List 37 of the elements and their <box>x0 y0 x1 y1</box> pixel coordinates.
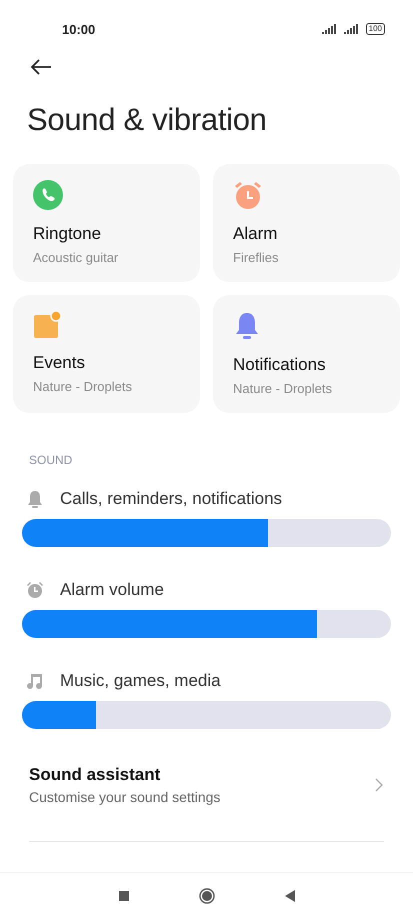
card-subtitle: Nature - Droplets <box>33 379 133 394</box>
battery-level: 100 <box>366 23 385 35</box>
sound-card[interactable]: Alarm Fireflies <box>213 164 400 282</box>
card-subtitle: Acoustic guitar <box>33 250 120 265</box>
slider-label: Calls, reminders, notifications <box>60 489 282 509</box>
section-header: SOUND <box>29 453 74 467</box>
recents-icon[interactable] <box>118 891 128 901</box>
back-icon[interactable] <box>284 890 294 902</box>
card-title: Events <box>33 353 86 373</box>
card-title: Alarm <box>233 224 278 244</box>
card-subtitle: Nature - Droplets <box>233 381 333 396</box>
back-arrow-icon[interactable] <box>30 58 52 76</box>
signal-icon <box>322 24 338 34</box>
card-title: Ringtone <box>33 224 102 244</box>
alarm-clock-icon <box>233 180 263 210</box>
slider-label: Alarm volume <box>60 580 164 600</box>
volume-slider[interactable] <box>22 519 391 547</box>
card-subtitle: Fireflies <box>233 250 280 265</box>
page-title: Sound & vibration <box>27 102 268 138</box>
bell-icon <box>233 311 261 341</box>
alarm-clock-icon <box>26 581 44 599</box>
bell-icon <box>26 490 44 508</box>
setting-subtitle: Customise your sound settings <box>29 789 220 805</box>
card-title: Notifications <box>233 355 327 375</box>
phone-icon <box>33 180 63 210</box>
volume-slider[interactable] <box>22 610 391 638</box>
music-note-icon <box>26 672 44 690</box>
setting-title[interactable]: Sound assistant <box>29 765 220 785</box>
sound-card[interactable]: Notifications Nature - Droplets <box>213 295 400 413</box>
sound-card[interactable]: Events Nature - Droplets <box>13 295 200 413</box>
sound-card[interactable]: Ringtone Acoustic guitar <box>13 164 200 282</box>
signal-icon <box>344 24 360 34</box>
status-time: 10:00 <box>62 22 96 36</box>
slider-label: Music, games, media <box>60 671 221 691</box>
volume-slider[interactable] <box>22 701 391 729</box>
calendar-icon <box>33 311 61 339</box>
home-icon[interactable] <box>198 888 214 904</box>
